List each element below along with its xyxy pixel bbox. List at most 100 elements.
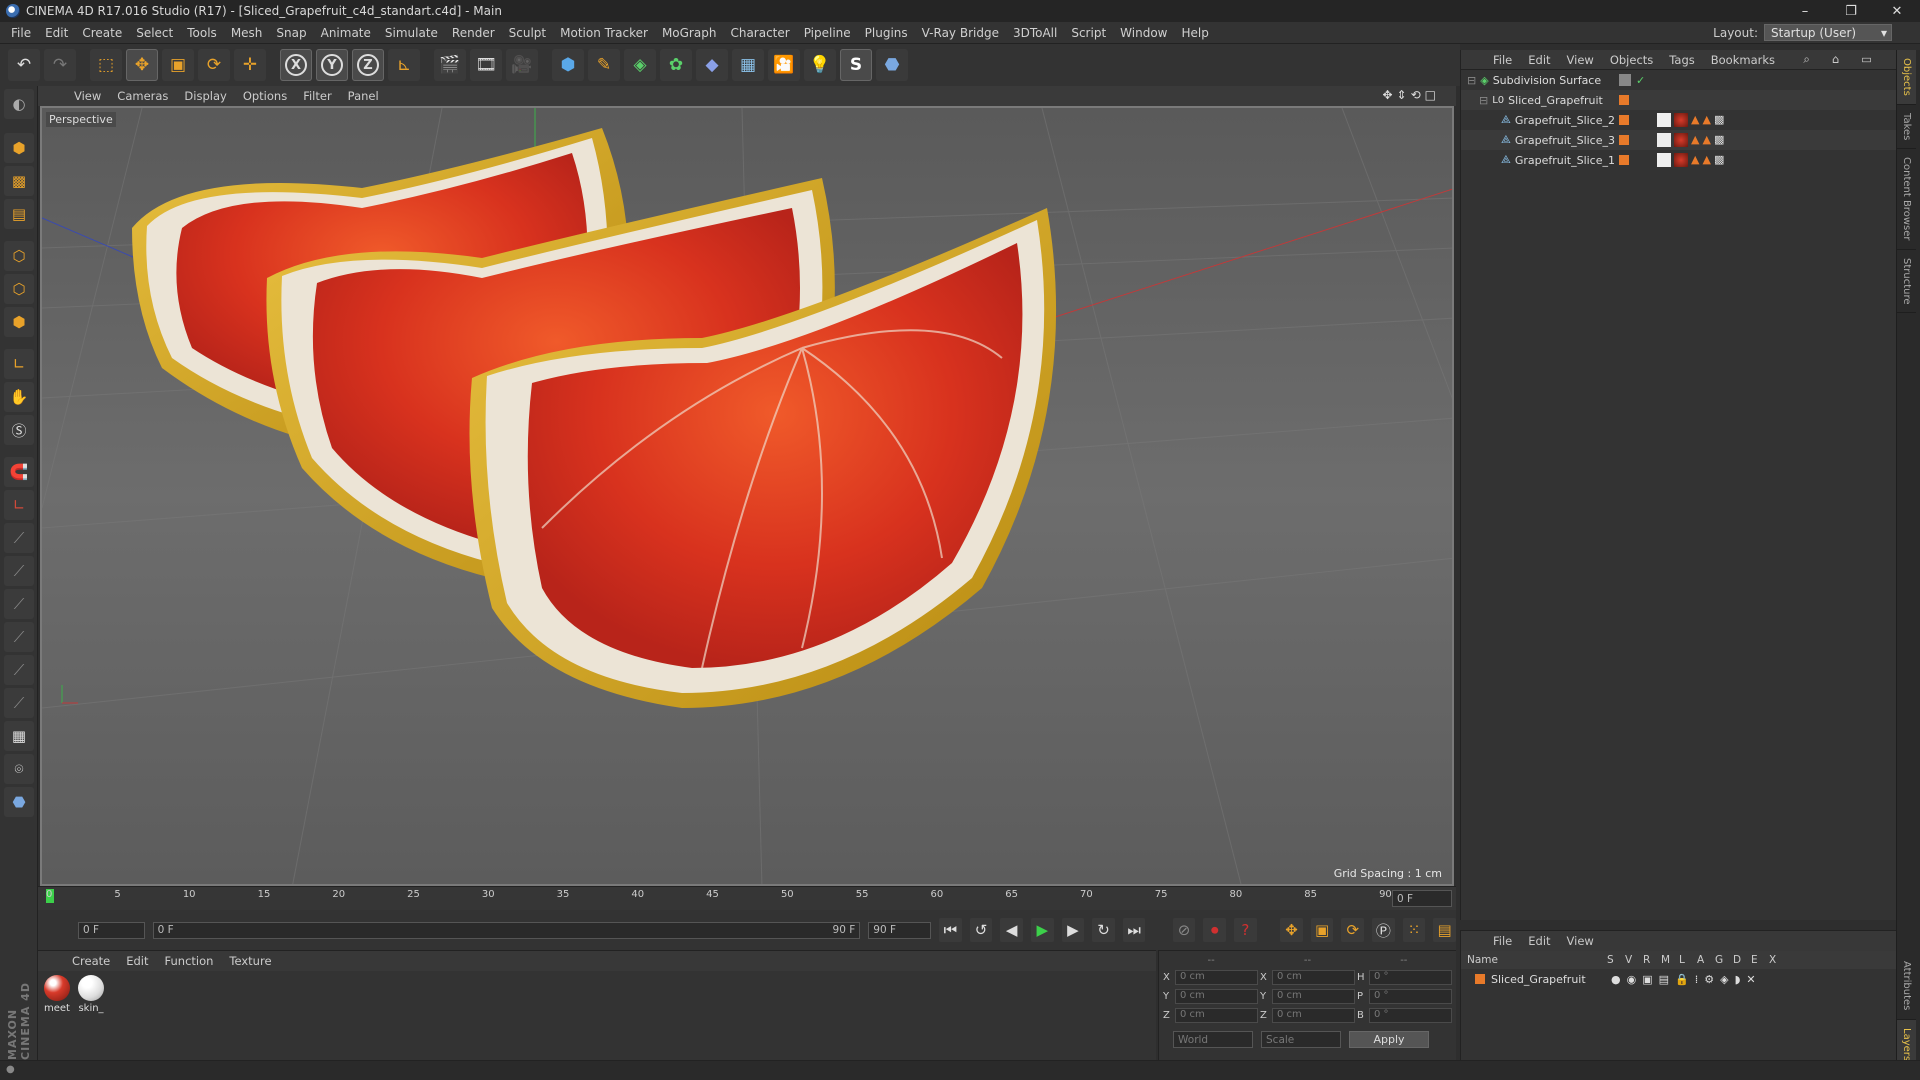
3d-viewport[interactable]: Perspective Grid Spacing : 1 cm bbox=[40, 106, 1454, 886]
menu-render[interactable]: Render bbox=[445, 26, 502, 40]
edges-mode-button[interactable]: ⬡ bbox=[4, 274, 34, 304]
menu-character[interactable]: Character bbox=[723, 26, 796, 40]
go-to-start-button[interactable]: ⏮ bbox=[939, 918, 962, 942]
points-mode-button[interactable]: ⬡ bbox=[4, 241, 34, 271]
x-axis-button[interactable]: X bbox=[280, 49, 312, 81]
magnet-button[interactable]: 🧲 bbox=[4, 457, 34, 487]
pan-icon[interactable]: ✥ bbox=[1382, 88, 1392, 102]
menu-file[interactable]: File bbox=[4, 26, 38, 40]
menu-pipeline[interactable]: Pipeline bbox=[797, 26, 858, 40]
material-menu-texture[interactable]: Texture bbox=[221, 954, 279, 968]
rotation-b-field[interactable]: 0 ° bbox=[1369, 1008, 1452, 1023]
coord-mode-select[interactable]: World bbox=[1173, 1031, 1253, 1048]
position-y-field[interactable]: 0 cm bbox=[1175, 989, 1258, 1004]
viewport-menu-cameras[interactable]: Cameras bbox=[109, 89, 176, 103]
menu-plugins[interactable]: Plugins bbox=[858, 26, 915, 40]
polygons-mode-button[interactable]: ⬢ bbox=[4, 307, 34, 337]
position-x-field[interactable]: 0 cm bbox=[1175, 970, 1258, 985]
material-skin[interactable]: skin_ bbox=[76, 975, 106, 1014]
tweak-mode-button[interactable]: ✋ bbox=[4, 382, 34, 412]
texture-tag-icon[interactable]: ▩ bbox=[1714, 153, 1724, 167]
next-key-button[interactable]: ↻ bbox=[1092, 918, 1115, 942]
keyframe-selection-button[interactable]: ⊘ bbox=[1172, 918, 1196, 942]
menu-help[interactable]: Help bbox=[1174, 26, 1215, 40]
object-row[interactable]: ⊟ ◈ Subdivision Surface ✓ bbox=[1461, 70, 1896, 90]
menu-sculpt[interactable]: Sculpt bbox=[502, 26, 553, 40]
lock-icon[interactable]: 🔒 bbox=[1675, 973, 1689, 986]
viewport-menu-options[interactable]: Options bbox=[235, 89, 295, 103]
material-meet[interactable]: meet bbox=[42, 975, 72, 1014]
menu-edit[interactable]: Edit bbox=[38, 26, 75, 40]
python-button[interactable]: ⬣ bbox=[876, 49, 908, 81]
manager-icon[interactable]: ▤ bbox=[1659, 973, 1669, 986]
frame-range-slider[interactable]: 0 F 90 F bbox=[152, 921, 861, 939]
menu-snap[interactable]: Snap bbox=[269, 26, 313, 40]
eye-icon[interactable]: ◉ bbox=[1627, 973, 1637, 986]
layer-color-icon[interactable] bbox=[1475, 974, 1485, 984]
material-tag-icon[interactable] bbox=[1674, 153, 1688, 167]
scale-tool-button[interactable]: ▣ bbox=[162, 49, 194, 81]
python-side-button[interactable]: ⬣ bbox=[4, 787, 34, 817]
collapse-icon[interactable]: ⊟ bbox=[1479, 94, 1488, 107]
material-menu-edit[interactable]: Edit bbox=[118, 954, 156, 968]
restore-button[interactable]: ❐ bbox=[1828, 0, 1874, 22]
search-icon[interactable]: ⌕ bbox=[1795, 52, 1817, 67]
material-tag-icon[interactable] bbox=[1674, 133, 1688, 147]
transform-tool-button[interactable]: ✛ bbox=[234, 49, 266, 81]
coordinate-system-button[interactable]: ⊾ bbox=[388, 49, 420, 81]
apply-button[interactable]: Apply bbox=[1349, 1031, 1429, 1048]
move-tool-button[interactable]: ✥ bbox=[126, 49, 158, 81]
sculpt-brush-2-button[interactable]: ⟋ bbox=[4, 556, 34, 586]
redo-button[interactable]: ↷ bbox=[44, 49, 76, 81]
home-icon[interactable]: ⌂ bbox=[1824, 52, 1847, 67]
render-icon[interactable]: ▣ bbox=[1642, 973, 1652, 986]
autokey-button[interactable]: ? bbox=[1234, 918, 1257, 942]
menu-tools[interactable]: Tools bbox=[180, 26, 224, 40]
layer-menu-view[interactable]: View bbox=[1559, 934, 1602, 948]
material-tag-icon[interactable] bbox=[1674, 113, 1688, 127]
solo-icon[interactable]: ● bbox=[1611, 973, 1621, 986]
minimize-button[interactable]: – bbox=[1782, 0, 1828, 22]
add-deformer-button[interactable]: ◆ bbox=[696, 49, 728, 81]
add-mograph-button[interactable]: ✿ bbox=[660, 49, 692, 81]
viewport-menu-view[interactable]: View bbox=[66, 89, 109, 103]
render-settings-button[interactable]: 🎥 bbox=[506, 49, 538, 81]
sculpt-brush-1-button[interactable]: ⟋ bbox=[4, 523, 34, 553]
axis-mode-button[interactable]: ∟ bbox=[4, 349, 34, 379]
expression-icon[interactable]: ◗ bbox=[1735, 973, 1741, 986]
size-x-field[interactable]: 0 cm bbox=[1272, 970, 1355, 985]
sculpt-brush-4-button[interactable]: ⟋ bbox=[4, 622, 34, 652]
sculpt-brush-5-button[interactable]: ⟋ bbox=[4, 655, 34, 685]
size-y-field[interactable]: 0 cm bbox=[1272, 989, 1355, 1004]
layer-menu-edit[interactable]: Edit bbox=[1520, 934, 1558, 948]
menu-animate[interactable]: Animate bbox=[314, 26, 378, 40]
tab-structure[interactable]: Structure bbox=[1897, 250, 1916, 314]
uvw-tag-icon[interactable]: ▲ bbox=[1702, 113, 1710, 127]
prev-key-button[interactable]: ↺ bbox=[969, 918, 993, 942]
sculpt-brush-6-button[interactable]: ⟋ bbox=[4, 688, 34, 718]
key-scale-button[interactable]: ▣ bbox=[1310, 918, 1334, 942]
viewport-menu-filter[interactable]: Filter bbox=[295, 89, 339, 103]
object-row[interactable]: ⟁ Grapefruit_Slice_1 ▲ ▲ ▩ bbox=[1461, 150, 1896, 170]
add-floor-button[interactable]: ▦ bbox=[732, 49, 764, 81]
undo-button[interactable]: ↶ bbox=[8, 49, 40, 81]
material-menu-function[interactable]: Function bbox=[157, 954, 222, 968]
obj-menu-file[interactable]: File bbox=[1485, 53, 1520, 67]
menu-vray-bridge[interactable]: V-Ray Bridge bbox=[915, 26, 1006, 40]
rotation-p-field[interactable]: 0 ° bbox=[1369, 989, 1452, 1004]
texture-mode-button[interactable]: ▩ bbox=[4, 166, 34, 196]
phong-tag-icon[interactable] bbox=[1657, 153, 1671, 167]
model-mode-button[interactable]: ◐ bbox=[4, 89, 34, 119]
go-to-end-button[interactable]: ⏭ bbox=[1122, 918, 1146, 942]
obj-menu-objects[interactable]: Objects bbox=[1602, 53, 1661, 67]
menu-window[interactable]: Window bbox=[1113, 26, 1174, 40]
menu-motion-tracker[interactable]: Motion Tracker bbox=[553, 26, 655, 40]
current-frame-field[interactable]: 0 F bbox=[1392, 890, 1452, 907]
tab-attributes[interactable]: Attributes bbox=[1897, 953, 1916, 1020]
layer-row[interactable]: Sliced_Grapefruit ● ◉ ▣ ▤ 🔒 ⁞ ⚙ ◈ ◗ ✕ bbox=[1461, 969, 1896, 989]
object-row[interactable]: ⊟ L0 Sliced_Grapefruit bbox=[1461, 90, 1896, 110]
spiral-button[interactable]: ⌾ bbox=[4, 754, 34, 784]
object-mode-button[interactable]: ⬢ bbox=[4, 133, 34, 163]
rotate-tool-button[interactable]: ⟳ bbox=[198, 49, 230, 81]
key-rotation-button[interactable]: ⟳ bbox=[1341, 918, 1365, 942]
